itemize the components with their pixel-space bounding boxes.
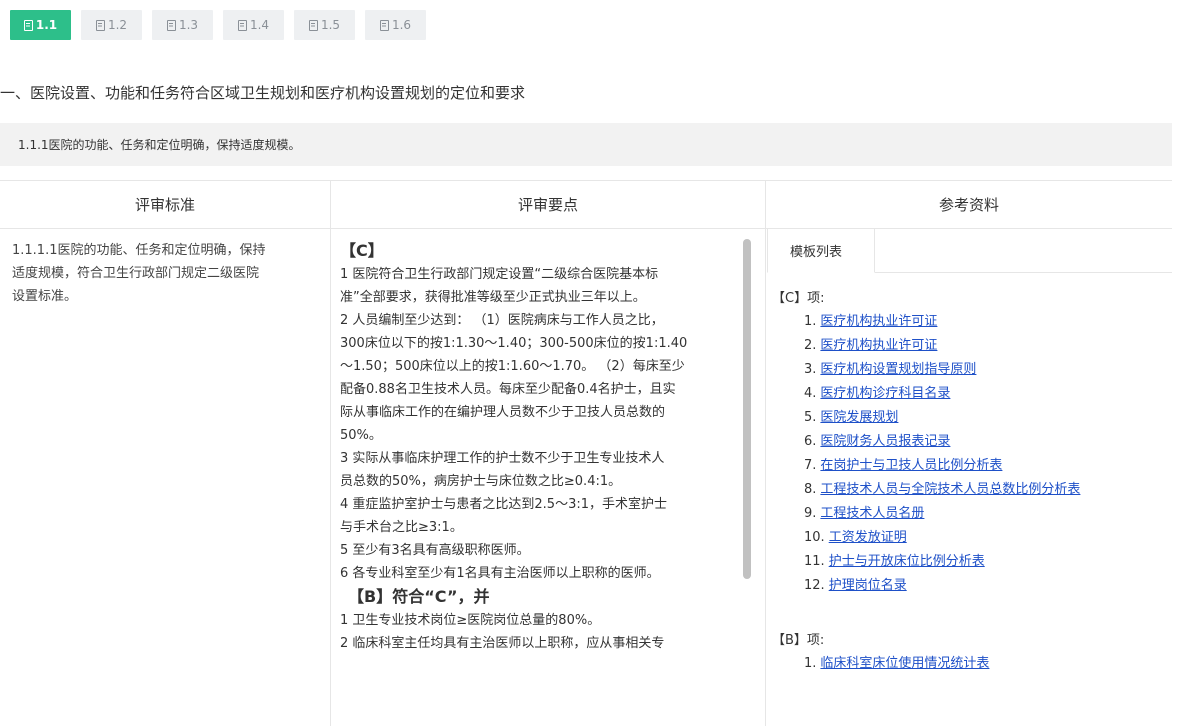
tab-1-3[interactable]: 1.3 (152, 10, 213, 40)
header-points: 评审要点 (331, 181, 765, 229)
list-item: 4. 医疗机构诊疗科目名录 (767, 382, 1172, 406)
tab-label: 1.1 (35, 18, 58, 32)
reference-link[interactable]: 医疗机构执业许可证 (820, 314, 937, 329)
document-icon (237, 19, 247, 31)
list-item: 7. 在岗护士与卫技人员比例分析表 (767, 454, 1172, 478)
point-line: 1 医院符合卫生行政部门规定设置“二级综合医院基本标 (340, 267, 659, 282)
document-icon (308, 19, 318, 31)
point-line: 1 卫生专业技术岗位≥医院岗位总量的80%。 (340, 613, 601, 628)
chapter-tabs: 1.1 1.2 1.3 1.4 1.5 1.6 (10, 10, 426, 40)
reference-link[interactable]: 护士与开放床位比例分析表 (829, 554, 985, 569)
document-icon (166, 19, 176, 31)
item-number: 10. (804, 530, 825, 545)
tab-label: 1.2 (107, 18, 128, 32)
item-number: 4. (804, 386, 817, 401)
list-item: 12. 护理岗位名录 (767, 574, 1172, 598)
points-scrollbar[interactable] (743, 239, 751, 579)
grade-b-heading: 【B】符合“C”，并 (348, 587, 490, 606)
item-number: 9. (804, 506, 817, 521)
tab-1-5[interactable]: 1.5 (294, 10, 355, 40)
reference-link[interactable]: 工程技术人员与全院技术人员总数比例分析表 (820, 482, 1080, 497)
header-references: 参考资料 (766, 181, 1172, 229)
list-item: 2. 医疗机构执业许可证 (767, 334, 1172, 358)
tab-1-6[interactable]: 1.6 (365, 10, 426, 40)
list-item: 1. 医疗机构执业许可证 (767, 310, 1172, 334)
item-number: 1. (804, 656, 817, 671)
reference-link[interactable]: 医疗机构诊疗科目名录 (820, 386, 950, 401)
list-item: 9. 工程技术人员名册 (767, 502, 1172, 526)
point-line: 3 实际从事临床护理工作的护士数不少于卫生专业技术人 (340, 451, 665, 466)
list-item: 10. 工资发放证明 (767, 526, 1172, 550)
document-icon (23, 19, 33, 31)
tab-label: 1.6 (391, 18, 412, 32)
grade-c-label: 【C】项: (772, 291, 825, 306)
references-cell: 模板列表 【C】项: 1. 医疗机构执业许可证 2. 医疗机构执业许可证 3. 医疗机… (767, 229, 1172, 676)
column-divider (765, 181, 766, 726)
item-number: 11. (804, 554, 825, 569)
list-item: 3. 医疗机构设置规划指导原则 (767, 358, 1172, 382)
point-line: 300床位以下的按1:1.30～1.40；300-500床位的按1:1.40 (340, 336, 688, 351)
point-line: 50%。 (340, 428, 382, 443)
reference-link[interactable]: 在岗护士与卫技人员比例分析表 (820, 458, 1002, 473)
point-line: 配备0.88名卫生技术人员。每床至少配备0.4名护士，且实 (340, 382, 676, 397)
reference-link[interactable]: 护理岗位名录 (829, 578, 907, 593)
point-line: 员总数的50%，病房护士与床位数之比≥0.4:1。 (340, 474, 622, 489)
point-line: 与手术台之比≥3:1。 (340, 520, 463, 535)
item-number: 12. (804, 578, 825, 593)
standard-line: 1.1.1.1医院的功能、任务和定位明确，保持 (12, 243, 266, 258)
item-number: 3. (804, 362, 817, 377)
tab-label: 1.3 (178, 18, 199, 32)
point-line: 5 至少有3名具有高级职称医师。 (340, 543, 530, 558)
reference-link[interactable]: 工程技术人员名册 (820, 506, 924, 521)
list-item: 5. 医院发展规划 (767, 406, 1172, 430)
grade-b-label: 【B】项: (772, 633, 825, 648)
tab-label: 1.4 (249, 18, 270, 32)
section-title: 一、医院设置、功能和任务符合区域卫生规划和医疗机构设置规划的定位和要求 (0, 84, 526, 102)
list-item: 6. 医院财务人员报表记录 (767, 430, 1172, 454)
item-number: 6. (804, 434, 817, 449)
reference-link[interactable]: 工资发放证明 (829, 530, 907, 545)
reference-link[interactable]: 医院发展规划 (820, 410, 898, 425)
tab-label: 1.5 (320, 18, 341, 32)
point-line: 准”全部要求，获得批准等级至少正式执业三年以上。 (340, 290, 646, 305)
grade-c-heading: 【C】 (340, 241, 384, 260)
document-icon (95, 19, 105, 31)
tab-1-1[interactable]: 1.1 (10, 10, 71, 40)
standard-line: 适度规模，符合卫生行政部门规定二级医院 (12, 266, 260, 281)
point-line: 6 各专业科室至少有1名具有主治医师以上职称的医师。 (340, 566, 660, 581)
item-number: 1. (804, 314, 817, 329)
reference-link[interactable]: 医疗机构执业许可证 (820, 338, 937, 353)
item-number: 5. (804, 410, 817, 425)
review-points-cell: 【C】 1 医院符合卫生行政部门规定设置“二级综合医院基本标 准”全部要求，获得… (340, 239, 740, 655)
point-line: 际从事临床工作的在编护理人员数不少于卫技人员总数的 (340, 405, 666, 420)
tab-1-2[interactable]: 1.2 (81, 10, 142, 40)
review-table: 评审标准 评审要点 参考资料 1.1.1.1医院的功能、任务和定位明确，保持 适… (0, 180, 1172, 726)
point-line: 2 人员编制至少达到： （1）医院病床与工作人员之比， (340, 313, 664, 328)
list-item: 1. 临床科室床位使用情况统计表 (767, 652, 1172, 676)
tab-template-list[interactable]: 模板列表 (767, 229, 875, 273)
item-number: 8. (804, 482, 817, 497)
reference-link[interactable]: 医院财务人员报表记录 (820, 434, 950, 449)
standard-cell: 1.1.1.1医院的功能、任务和定位明确，保持 适度规模，符合卫生行政部门规定二… (12, 239, 317, 308)
list-item: 11. 护士与开放床位比例分析表 (767, 550, 1172, 574)
sub-section-text: 1.1.1医院的功能、任务和定位明确，保持适度规模。 (18, 138, 301, 152)
tab-1-4[interactable]: 1.4 (223, 10, 284, 40)
template-tabbar: 模板列表 (767, 229, 1172, 273)
column-divider (330, 181, 331, 726)
header-standard: 评审标准 (0, 181, 330, 229)
list-item: 8. 工程技术人员与全院技术人员总数比例分析表 (767, 478, 1172, 502)
item-number: 7. (804, 458, 817, 473)
standard-line: 设置标准。 (12, 289, 78, 304)
reference-link[interactable]: 医疗机构设置规划指导原则 (820, 362, 976, 377)
reference-list-c: 1. 医疗机构执业许可证 2. 医疗机构执业许可证 3. 医疗机构设置规划指导原则 4… (767, 310, 1172, 598)
document-icon (379, 19, 389, 31)
sub-section-heading: 1.1.1医院的功能、任务和定位明确，保持适度规模。 (0, 123, 1172, 166)
item-number: 2. (804, 338, 817, 353)
point-line: 4 重症监护室护士与患者之比达到2.5～3:1，手术室护士 (340, 497, 667, 512)
point-line: ～1.50；500床位以上的按1:1.60～1.70。 （2）每床至少 (340, 359, 685, 374)
point-line: 2 临床科室主任均具有主治医师以上职称，应从事相关专 (340, 636, 665, 651)
reference-list-b: 1. 临床科室床位使用情况统计表 (767, 652, 1172, 676)
reference-link[interactable]: 临床科室床位使用情况统计表 (820, 656, 989, 671)
